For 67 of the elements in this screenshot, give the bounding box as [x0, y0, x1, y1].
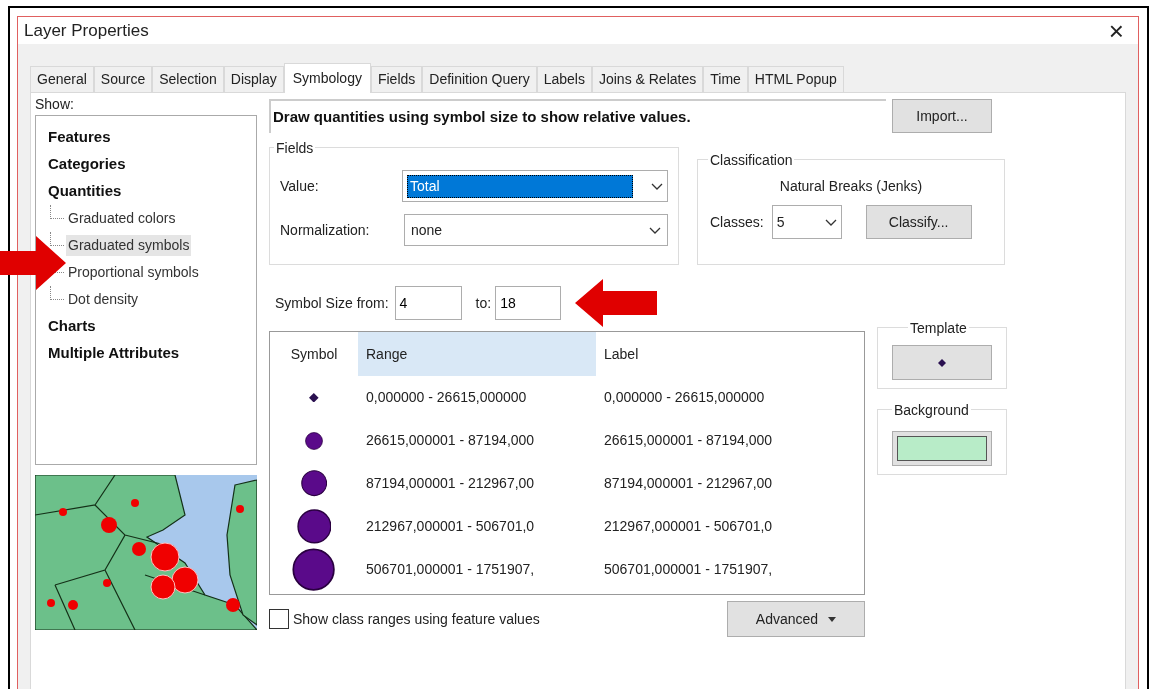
tab[interactable]: HTML Popup [747, 66, 844, 92]
classification-method: Natural Breaks (Jenks) [779, 177, 923, 196]
import-button[interactable]: Import... [892, 99, 992, 133]
tab[interactable]: Symbology [283, 63, 371, 93]
table-cell-text: 87194,000001 - 212967,00 [365, 474, 536, 493]
classes-label: Classes: [710, 212, 764, 232]
normalization-text: none [411, 220, 443, 240]
checkbox[interactable] [269, 609, 289, 629]
renderer-item[interactable]: Categories [46, 153, 128, 176]
renderer-item[interactable]: Charts [46, 315, 98, 338]
table-cell-text: 212967,000001 - 506701,0 [365, 517, 536, 536]
table-cell-text: 506701,000001 - 1751907, [603, 560, 774, 579]
show-label: Show: [35, 95, 75, 113]
window-title: Layer Properties [24, 19, 149, 42]
renderer-item[interactable]: Graduated symbols [66, 235, 192, 256]
renderer-item[interactable]: Proportional symbols [66, 262, 201, 283]
size-to-value: 18 [500, 293, 516, 313]
circle-icon [296, 509, 332, 544]
circle-icon [292, 547, 336, 592]
value-text: Total [407, 174, 633, 198]
close-button[interactable]: × [1100, 17, 1132, 44]
diamond-icon [938, 358, 946, 367]
tab[interactable]: Fields [370, 66, 423, 92]
value-label: Value: [280, 176, 320, 196]
circle-icon [305, 431, 323, 450]
tab[interactable]: Selection [152, 66, 224, 92]
tab[interactable]: Source [93, 66, 153, 92]
classify-button[interactable]: Classify... [865, 205, 972, 239]
table-cell-text: 87194,000001 - 212967,00 [603, 474, 774, 493]
tab[interactable]: Time [703, 66, 748, 92]
value-dropdown[interactable]: Total [402, 170, 668, 202]
renderer-item[interactable]: Quantities [46, 180, 124, 203]
description-text: Draw quantities using symbol size to show relative values. [273, 106, 691, 127]
tab[interactable]: General [30, 66, 94, 92]
column-header[interactable]: Symbol [270, 332, 358, 376]
arrow-icon [0, 236, 66, 290]
table-cell-text: 506701,000001 - 1751907, [365, 560, 536, 579]
renderer-item[interactable]: Graduated colors [66, 208, 178, 229]
tab[interactable]: Joins & Relates [591, 66, 704, 92]
caret-icon [828, 616, 837, 622]
table-cell-text: 26615,000001 - 87194,000 [365, 431, 536, 450]
size-from-field[interactable]: 4 [394, 286, 462, 320]
advanced-button[interactable]: Advanced [727, 601, 865, 637]
arrow-icon [575, 279, 658, 327]
column-header[interactable]: Range [358, 332, 596, 376]
classes-text: 5 [776, 212, 785, 232]
renderer-item[interactable]: Dot density [66, 289, 141, 310]
normalization-label: Normalization: [280, 220, 371, 240]
normalization-dropdown[interactable]: none [404, 214, 668, 246]
table-cell-text: 212967,000001 - 506701,0 [603, 517, 774, 536]
column-header[interactable]: Label [596, 332, 832, 376]
size-from-value: 4 [399, 293, 408, 313]
diamond-icon [309, 392, 319, 403]
symbol-size-label: Symbol Size from: [275, 293, 389, 313]
table-cell-text: 0,000000 - 26615,000000 [365, 388, 528, 407]
tab[interactable]: Display [223, 66, 284, 92]
checkbox-label: Show class ranges using feature values [293, 609, 540, 629]
size-to-field[interactable]: 18 [495, 286, 562, 320]
table-cell-text: 26615,000001 - 87194,000 [603, 431, 774, 450]
size-to-label: to: [475, 293, 492, 313]
tab[interactable]: Labels [536, 66, 592, 92]
table-cell-text: 0,000000 - 26615,000000 [603, 388, 766, 407]
renderer-item[interactable]: Multiple Attributes [46, 342, 182, 365]
circle-icon [300, 470, 328, 497]
tab[interactable]: Definition Query [422, 66, 537, 92]
classes-dropdown[interactable]: 5 [771, 205, 842, 239]
renderer-item[interactable]: Features [46, 126, 113, 149]
